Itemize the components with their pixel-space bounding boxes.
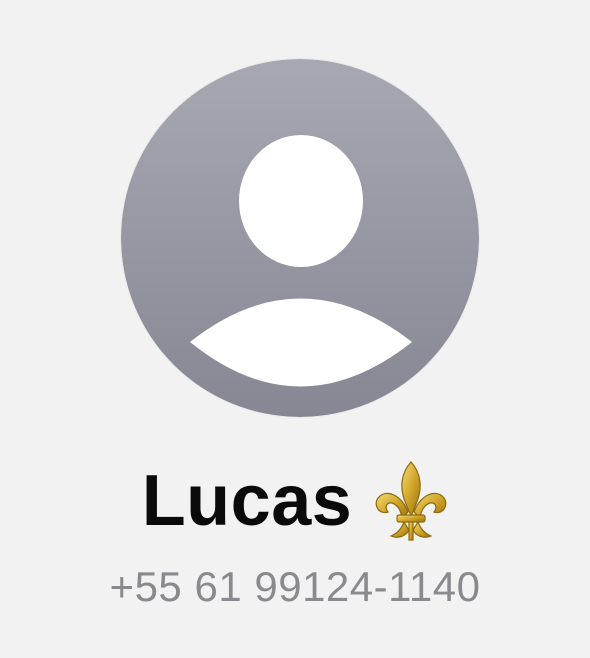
person-silhouette-icon bbox=[121, 59, 479, 417]
contact-name-row: Lucas bbox=[0, 458, 590, 544]
fleur-de-lis-icon bbox=[374, 460, 448, 542]
contact-phone-number[interactable]: +55 61 99124-1140 bbox=[0, 562, 590, 612]
contact-avatar[interactable] bbox=[121, 59, 479, 417]
contact-name: Lucas bbox=[141, 461, 353, 541]
